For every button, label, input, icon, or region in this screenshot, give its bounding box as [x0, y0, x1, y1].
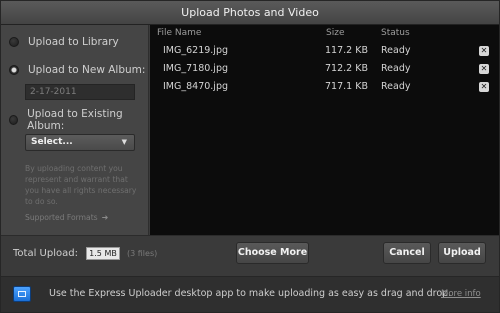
upload-options-panel: Upload to Library Upload to New Album: 2… — [1, 25, 149, 235]
option-label-library: Upload to Library — [28, 36, 119, 48]
existing-album-select[interactable]: Select... ▼ — [25, 134, 135, 151]
file-size: 712.2 KB — [325, 63, 368, 74]
file-status: Ready — [381, 45, 411, 56]
option-upload-to-library[interactable]: Upload to Library — [9, 34, 119, 50]
file-size: 717.1 KB — [325, 81, 368, 92]
file-count: (3 files) — [127, 249, 158, 258]
existing-album-select-value: Select... — [31, 137, 73, 147]
file-row[interactable]: IMG_7180.jpg 712.2 KB Ready ✕ — [150, 60, 499, 78]
file-row[interactable]: IMG_6219.jpg 117.2 KB Ready ✕ — [150, 42, 499, 60]
file-status: Ready — [381, 81, 411, 92]
total-upload-label: Total Upload: — [13, 248, 78, 259]
upload-button[interactable]: Upload — [438, 242, 486, 264]
remove-file-icon[interactable]: ✕ — [479, 64, 489, 74]
column-header-status: Status — [381, 28, 410, 38]
supported-formats-label: Supported Formats — [25, 213, 98, 222]
radio-new-album[interactable] — [9, 65, 19, 75]
express-uploader-message: Use the Express Uploader desktop app to … — [49, 288, 452, 299]
express-uploader-bar: Use the Express Uploader desktop app to … — [1, 276, 499, 312]
file-list-scrollbar[interactable] — [489, 45, 497, 231]
remove-file-icon[interactable]: ✕ — [479, 46, 489, 56]
file-list-panel: File Name Size Status IMG_6219.jpg 117.2… — [150, 25, 499, 235]
file-size: 117.2 KB — [325, 45, 368, 56]
option-upload-to-existing-album[interactable]: Upload to Existing Album: — [9, 108, 148, 132]
express-uploader-icon — [13, 286, 31, 302]
new-album-name-input[interactable]: 2-17-2011 — [25, 84, 135, 100]
option-label-new-album: Upload to New Album: — [28, 64, 146, 76]
file-name: IMG_7180.jpg — [163, 63, 229, 74]
dialog-title: Upload Photos and Video — [1, 1, 499, 25]
upload-dialog: Upload Photos and Video Upload to Librar… — [0, 0, 500, 313]
option-upload-to-new-album[interactable]: Upload to New Album: — [9, 62, 145, 78]
remove-file-icon[interactable]: ✕ — [479, 82, 489, 92]
radio-library[interactable] — [9, 37, 19, 47]
file-name: IMG_8470.jpg — [163, 81, 229, 92]
option-label-existing-album: Upload to Existing Album: — [27, 108, 123, 132]
file-name: IMG_6219.jpg — [163, 45, 229, 56]
chevron-down-icon: ▼ — [121, 138, 127, 146]
column-header-file-name: File Name — [157, 28, 202, 38]
radio-existing-album[interactable] — [9, 115, 19, 125]
more-info-link[interactable]: More info — [441, 289, 481, 299]
total-upload-size: 1.5 MB — [86, 247, 120, 260]
file-status: Ready — [381, 63, 411, 74]
rights-disclaimer: By uploading content you represent and w… — [25, 164, 137, 206]
dialog-footer: Total Upload: 1.5 MB (3 files) Choose Mo… — [1, 236, 499, 276]
cancel-button[interactable]: Cancel — [383, 242, 431, 264]
column-header-size: Size — [326, 28, 345, 38]
choose-more-button[interactable]: Choose More — [236, 242, 309, 264]
supported-formats-link[interactable]: Supported Formats ➜ — [25, 213, 108, 222]
arrow-right-icon: ➜ — [101, 213, 109, 222]
file-row[interactable]: IMG_8470.jpg 717.1 KB Ready ✕ — [150, 78, 499, 96]
